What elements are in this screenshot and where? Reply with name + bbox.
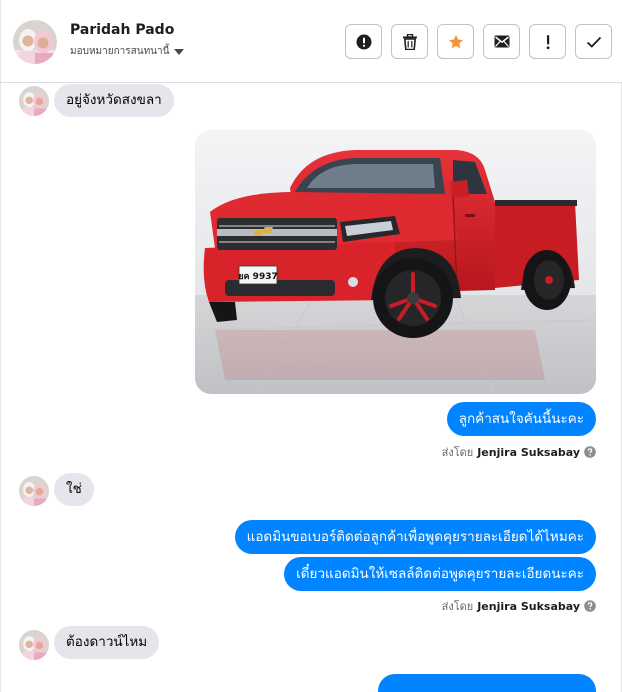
trash-icon	[402, 33, 417, 50]
assign-conversation-dropdown[interactable]: มอบหมายการสนทนานี้	[70, 44, 185, 59]
question-mark-icon[interactable]	[584, 446, 596, 458]
mark-spam-button[interactable]	[345, 24, 382, 59]
contact-avatar[interactable]	[13, 20, 57, 64]
incoming-message[interactable]: ใช่	[54, 473, 94, 506]
envelope-icon	[494, 35, 509, 48]
red-pickup-truck-photo: ยค 9937	[195, 130, 596, 394]
agent-name: Jenjira Suksabay	[477, 599, 580, 613]
contact-avatar-small	[19, 86, 49, 116]
contact-name: Paridah Pado	[70, 22, 175, 38]
car-photo-attachment[interactable]: ยค 9937	[195, 130, 596, 394]
outgoing-message[interactable]: แอดมินขอเบอร์ติดต่อลูกค้าเพื่อพูดคุยรายล…	[234, 520, 596, 554]
star-button[interactable]	[437, 24, 474, 59]
exclamation-icon	[546, 34, 549, 49]
conversation-header: Paridah Pado มอบหมายการสนทนานี้	[1, 0, 622, 83]
conversation-actions	[345, 24, 612, 59]
sent-by-meta: ส่งโดย Jenjira Suksabay	[442, 443, 596, 461]
message-thread[interactable]: อยู่จังหวัดสงขลา ยค 9937 ลูกค้าสนใจคันนี…	[1, 84, 622, 692]
incoming-message[interactable]: ต้องดาวน์ไหม	[54, 626, 160, 659]
agent-name: Jenjira Suksabay	[477, 445, 580, 459]
outgoing-message[interactable]: เดี๋ยวแอดมินให้เซลล์ติดต่อพูดคุยรายละเอี…	[284, 557, 596, 591]
incoming-message[interactable]: อยู่จังหวัดสงขลา	[54, 84, 174, 117]
follow-up-button[interactable]	[529, 24, 566, 59]
conversation-panel: Paridah Pado มอบหมายการสนทนานี้ อยู่จังห…	[0, 0, 622, 692]
sent-by-meta: ส่งโดย Jenjira Suksabay	[442, 597, 596, 615]
star-icon	[448, 34, 463, 48]
contact-avatar-small	[19, 476, 49, 506]
caret-down-icon	[174, 48, 185, 55]
mark-done-button[interactable]	[575, 24, 612, 59]
contact-avatar-small	[19, 630, 49, 660]
outgoing-message-partial[interactable]	[378, 674, 596, 692]
outgoing-message[interactable]: ลูกค้าสนใจคันนี้นะคะ	[446, 402, 596, 436]
license-plate-text: ยค 9937	[238, 272, 277, 282]
delete-button[interactable]	[391, 24, 428, 59]
mark-unread-button[interactable]	[483, 24, 520, 59]
question-mark-icon[interactable]	[584, 600, 596, 612]
assign-conversation-label: มอบหมายการสนทนานี้	[70, 46, 170, 57]
check-icon	[586, 36, 601, 48]
alert-circle-icon	[356, 34, 371, 49]
sent-by-label: ส่งโดย	[441, 600, 474, 613]
sent-by-label: ส่งโดย	[441, 446, 474, 459]
